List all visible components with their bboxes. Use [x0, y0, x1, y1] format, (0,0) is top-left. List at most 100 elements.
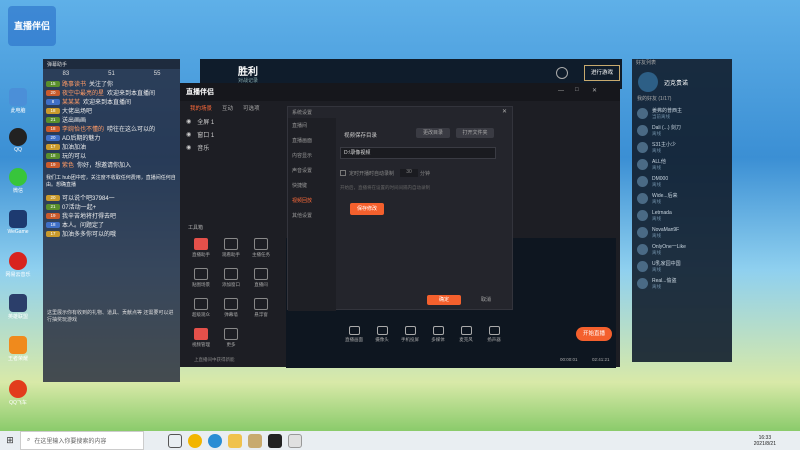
desktop-icon-wegame[interactable]: WeGame — [4, 210, 32, 235]
friend-name: DM000 — [652, 175, 669, 182]
settings-nav-item[interactable]: 其他设置 — [288, 208, 336, 223]
eye-icon[interactable]: ◉ — [186, 144, 191, 151]
taskbar-search[interactable]: ⌕ 在这里输入你要搜索的内容 — [20, 431, 144, 450]
tab-interact[interactable]: 互动 — [222, 104, 233, 112]
friend-name: S31主小少 — [652, 142, 676, 148]
tool-icon — [254, 238, 268, 250]
confirm-button[interactable]: 确定 — [427, 295, 461, 305]
tool-icon — [254, 268, 268, 280]
control-button[interactable]: 多媒体 — [424, 326, 452, 343]
chat-username[interactable]: 李婉怡也不懂的 — [62, 124, 104, 133]
friend-item[interactable]: 姜弗的普西主 当前离线 — [632, 105, 732, 122]
lol-taskbar-icon[interactable] — [248, 433, 262, 448]
tool-label: 弹幕墙 — [224, 312, 238, 317]
avatar — [637, 125, 648, 136]
eye-icon[interactable]: ◉ — [186, 131, 191, 138]
desktop-icon-lol[interactable]: 英雄联盟 — [4, 294, 32, 320]
tool-button[interactable]: 悬浮窗 — [248, 298, 274, 318]
chat-username[interactable]: 某某某 — [62, 97, 80, 106]
settings-nav-item[interactable]: 直播间 — [288, 118, 336, 133]
chat-text: 送出画画 — [62, 118, 87, 124]
start-game-button[interactable]: 进行游戏 — [584, 65, 620, 81]
desktop-icon-honor[interactable]: 王者荣耀 — [4, 336, 32, 362]
friend-name: ALL他 — [652, 159, 666, 165]
level-badge: 19 — [46, 212, 60, 219]
control-label: 麦克风 — [459, 337, 473, 342]
tool-button[interactable]: 贴图场景 — [188, 268, 214, 288]
chrome-icon[interactable] — [188, 433, 202, 448]
tool-label: 更多 — [226, 342, 236, 347]
toolbox-label: 工具箱 — [188, 225, 204, 231]
tool-button[interactable]: 添加窗口 — [218, 268, 244, 288]
save-changes-button[interactable]: 保存修改 — [350, 203, 384, 215]
friend-group-label[interactable]: 我的好友 (1/17) — [632, 95, 732, 105]
friend-item[interactable]: Letrnada 离线 — [632, 207, 732, 224]
chat-message: 21 送出画画 — [43, 115, 180, 124]
desktop-icon-speed[interactable]: QQ飞车 — [4, 380, 32, 406]
auto-record-checkbox[interactable] — [340, 170, 346, 176]
control-button[interactable]: 扬声器 — [480, 326, 508, 343]
settings-nav-item[interactable]: 快捷键 — [288, 178, 336, 193]
start-button[interactable]: ⊞ — [0, 431, 20, 450]
edge-icon[interactable] — [208, 433, 222, 448]
task-view-icon[interactable] — [168, 433, 182, 448]
tab-options[interactable]: 可选项 — [243, 104, 260, 112]
friend-item[interactable]: U乳家园中国 离线 — [632, 258, 732, 275]
friend-item[interactable]: Real...偷盗 离线 — [632, 275, 732, 292]
level-badge: 18 — [46, 125, 60, 132]
danmaku-stats: 83 51 55 — [62, 71, 161, 77]
auto-record-minutes[interactable]: 30 — [400, 169, 419, 177]
chat-message: 19 我辛苦地将打得去吧 — [43, 211, 180, 220]
chat-username[interactable]: 路事读书 — [62, 79, 86, 88]
minimize-icon[interactable]: — — [558, 88, 564, 94]
chat-username[interactable]: 紫色 — [62, 160, 74, 169]
control-button[interactable]: 麦克风 — [452, 326, 480, 343]
friend-item[interactable]: S31主小少 离线 — [632, 139, 732, 156]
download-icon[interactable] — [556, 67, 568, 79]
control-button[interactable]: 手机投屏 — [396, 326, 424, 343]
control-button[interactable]: 直播画面 — [340, 326, 368, 343]
friend-item[interactable]: ALL他 离线 — [632, 156, 732, 173]
friend-item[interactable]: DM000 离线 — [632, 173, 732, 190]
tool-button[interactable]: 视频管理 — [188, 328, 214, 348]
desktop-icon-this-pc[interactable]: 此电脑 — [4, 88, 32, 114]
save-path-field[interactable]: D:\录像视频 — [340, 147, 496, 159]
friend-item[interactable]: OnlyOne一Like 离线 — [632, 241, 732, 258]
tool-button[interactable]: 超级观众 — [188, 298, 214, 318]
tool-button[interactable]: 弹幕墙 — [218, 298, 244, 318]
app-taskbar-icon[interactable] — [288, 433, 302, 448]
live-companion-taskbar-icon[interactable] — [268, 433, 282, 448]
close-icon[interactable]: ✕ — [502, 108, 507, 115]
tab-my-scenes[interactable]: 我的场景 — [190, 104, 212, 112]
chat-message: 15 路事读书 关注了你 — [43, 79, 180, 88]
open-folder-button[interactable]: 打开文件夹 — [456, 128, 494, 138]
desktop-icon-music[interactable]: 网易云音乐 — [4, 252, 32, 278]
close-icon[interactable]: ✕ — [592, 87, 597, 94]
friend-item[interactable]: Dali (...) 剑刀 离线 — [632, 122, 732, 139]
settings-nav-item[interactable]: 直播画面 — [288, 133, 336, 148]
tool-button[interactable]: 直播间 — [248, 268, 274, 288]
friend-item[interactable]: Wide...后来 离线 — [632, 190, 732, 207]
tool-button[interactable]: 直播助手 — [188, 238, 214, 258]
start-live-button[interactable]: 开始直播 — [576, 327, 612, 341]
speed-icon — [9, 380, 27, 398]
tool-button[interactable]: 观看助手 — [218, 238, 244, 258]
chat-message: 20 可以说个吧37984一 — [43, 193, 180, 202]
settings-nav-item[interactable]: 声音设置 — [288, 163, 336, 178]
friend-item[interactable]: NovaMan9F 离线 — [632, 224, 732, 241]
control-button[interactable]: 摄像头 — [368, 326, 396, 343]
change-dir-button[interactable]: 更改目录 — [416, 128, 450, 138]
tool-button[interactable]: 主播任务 — [248, 238, 274, 258]
desktop-icon-qq[interactable]: QQ — [4, 128, 32, 153]
cancel-button[interactable]: 取消 — [476, 295, 496, 305]
desktop-icon-wechat[interactable]: 微信 — [4, 168, 32, 194]
maximize-icon[interactable]: □ — [575, 87, 579, 93]
settings-nav-item[interactable]: 内容显示 — [288, 148, 336, 163]
chat-username[interactable]: 夜空中最亮的星 — [62, 88, 104, 97]
control-label: 手机投屏 — [401, 337, 419, 342]
eye-icon[interactable]: ◉ — [186, 118, 191, 125]
explorer-icon[interactable] — [228, 433, 242, 448]
tool-button[interactable]: 更多 — [218, 328, 244, 348]
settings-nav-item[interactable]: 视频回放 — [288, 193, 336, 208]
friend-info: Real...偷盗 离线 — [652, 277, 676, 290]
